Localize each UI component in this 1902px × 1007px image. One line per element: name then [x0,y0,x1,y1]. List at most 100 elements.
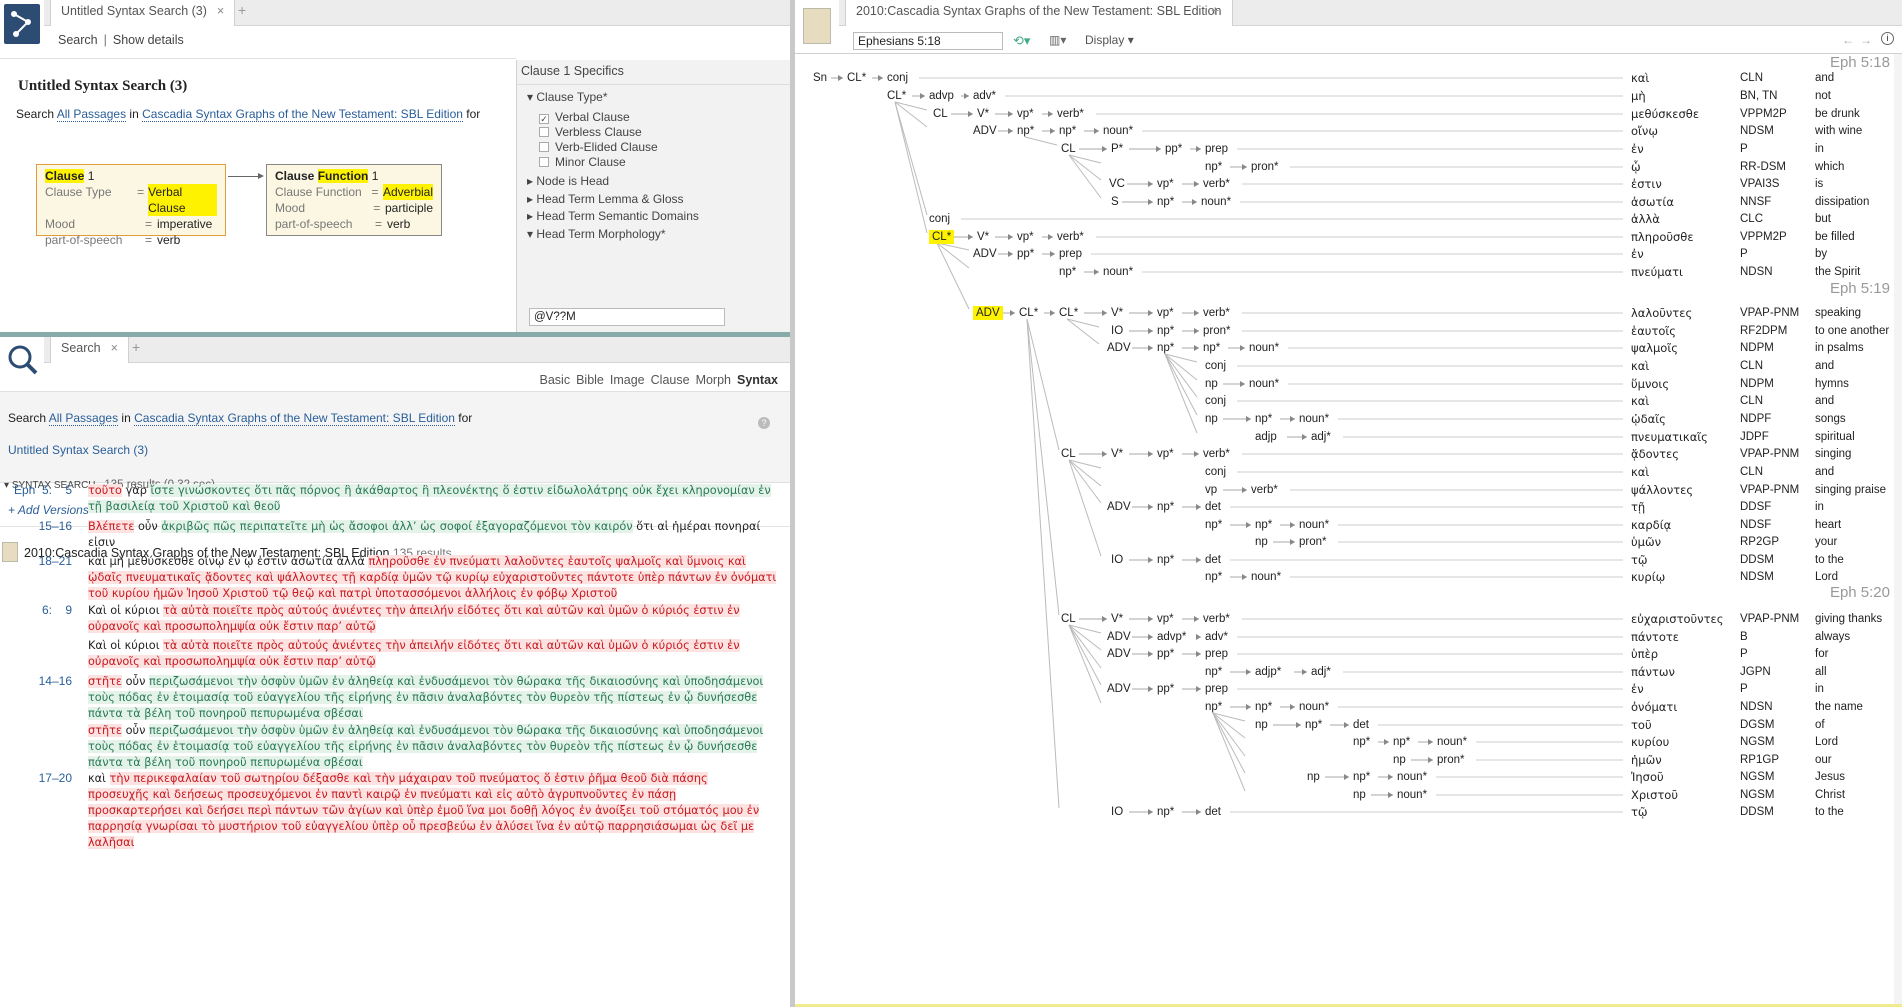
result-text-line[interactable]: παρρησίᾳ γνωρίσαι τὸ μυστήριον τοῦ εὐαγγ… [88,819,755,835]
syntax-node[interactable]: np* [1305,718,1322,732]
syntax-node[interactable]: noun* [1397,770,1427,784]
syntax-node[interactable]: ADV [1107,500,1131,514]
greek-word[interactable]: κυρίου [1631,735,1669,749]
syntax-node[interactable]: np* [1059,124,1076,138]
all-passages-link[interactable]: All Passages [56,107,127,122]
syntax-node[interactable]: det [1205,553,1221,567]
syntax-node[interactable]: verb* [1057,107,1084,121]
result-text-line[interactable]: ᾠδαῖς πνευματικαῖς ᾄδοντες καὶ ψάλλοντες… [88,570,777,586]
result-reference[interactable]: 6: 9 [0,603,72,617]
syntax-node[interactable]: np* [1205,665,1222,679]
edition-link[interactable]: Cascadia Syntax Graphs of the New Testam… [142,107,463,122]
add-versions-link[interactable]: + Add Versions [8,503,89,517]
syntax-node[interactable]: V* [1111,306,1123,320]
mode-tab-image[interactable]: Image [610,373,645,387]
specifics-section[interactable]: ▸ Head Term Lemma & Gloss [527,192,684,206]
result-reference[interactable]: 15–16 [0,519,72,533]
result-text-line[interactable]: λαλῆσαι [88,835,135,851]
result-text-line[interactable]: οὐρανοῖς καὶ προσωπολημψία οὐκ ἔστιν παρ… [88,654,376,670]
greek-word[interactable]: ἑαυτοῖς [1631,324,1676,338]
greek-word[interactable]: ἐν [1631,247,1644,261]
result-text-line[interactable]: τῇ βασιλείᾳ τοῦ Χριστοῦ καὶ θεοῦ [88,499,281,515]
syntax-node[interactable]: CL* [1019,306,1038,320]
syntax-node[interactable]: IO [1111,324,1123,338]
syntax-node[interactable]: verb* [1203,612,1230,626]
reference-input[interactable]: Ephesians 5:18 [853,32,1003,50]
syntax-node[interactable]: noun* [1251,570,1281,584]
result-text-line[interactable]: στῆτε οὖν περιζωσάμενοι τὴν ὀσφὺν ὑμῶν ἐ… [88,723,764,739]
forward-icon[interactable]: → [1860,33,1872,47]
new-tab-plus-icon[interactable]: + [132,339,140,355]
mode-tab-basic[interactable]: Basic [540,373,571,387]
checkbox[interactable] [539,157,549,167]
syntax-node[interactable]: np* [1205,700,1222,714]
syntax-node[interactable]: np* [1059,265,1076,279]
syntax-node[interactable]: conj [929,212,950,226]
syntax-node[interactable]: adjp [1255,430,1277,444]
syntax-node[interactable]: conj [887,71,908,85]
syntax-node[interactable]: adv* [1205,630,1228,644]
result-text-line[interactable]: καὶ τὴν περικεφαλαίαν τοῦ σωτηρίου δέξασ… [88,771,708,787]
syntax-node[interactable]: S [1111,195,1119,209]
syntax-node[interactable]: noun* [1299,518,1329,532]
result-text-line[interactable]: πάντα τὰ βέλη τοῦ πονηροῦ πεπυρωμένα σβέ… [88,755,363,771]
help-icon[interactable]: ? [758,417,770,429]
tab-search[interactable]: Search × [50,337,129,363]
greek-word[interactable]: πάντων [1631,665,1675,679]
syntax-node[interactable]: vp* [1157,612,1174,626]
syntax-node[interactable]: ADV [1107,682,1131,696]
close-icon[interactable]: × [217,4,224,18]
syntax-node[interactable]: pron* [1251,160,1279,174]
greek-word[interactable]: πληροῦσθε [1631,230,1694,244]
syntax-node[interactable]: ADV [973,124,997,138]
syntax-node[interactable]: np* [1157,500,1174,514]
info-icon[interactable]: i [1881,32,1894,45]
syntax-node[interactable]: pp* [1157,682,1174,696]
syntax-node[interactable]: np [1353,788,1366,802]
syntax-node[interactable]: prep [1205,682,1228,696]
syntax-node[interactable]: ADV [1107,630,1131,644]
query-link[interactable]: Untitled Syntax Search (3) [8,443,148,457]
checkbox[interactable]: ✓ [539,114,549,124]
clause-function-node-box[interactable]: Clause Function 1 Clause Function = Adverb… [266,164,442,236]
syntax-node[interactable]: noun* [1437,735,1467,749]
syntax-node[interactable]: CL [1061,447,1076,461]
display-menu[interactable]: Display ▾ [1085,33,1134,47]
greek-word[interactable]: ἀσωτία [1631,195,1674,209]
greek-word[interactable]: καὶ [1631,394,1649,408]
result-text-line[interactable]: προσκαρτερήσει καὶ δεήσει περὶ πάντων τῶ… [88,803,760,819]
close-icon[interactable]: × [111,341,118,355]
syntax-node[interactable]: adv* [973,89,996,103]
syntax-node[interactable]: CL* [929,230,955,244]
syntax-node[interactable]: np* [1157,805,1174,819]
greek-word[interactable]: ὕμνοις [1631,377,1669,391]
syntax-node[interactable]: pron* [1299,535,1327,549]
syntax-node[interactable]: np* [1157,195,1174,209]
greek-word[interactable]: ἀλλὰ [1631,212,1660,226]
clause-type-option[interactable]: ✓ Verbal Clause [539,110,630,124]
new-tab-plus-icon[interactable]: + [1211,2,1219,18]
syntax-node[interactable]: noun* [1397,788,1427,802]
syntax-node[interactable]: pp* [1157,647,1174,661]
syntax-node[interactable]: noun* [1299,700,1329,714]
all-passages-link[interactable]: All Passages [48,411,119,426]
syntax-node[interactable]: pp* [1165,142,1182,156]
greek-word[interactable]: ἐν [1631,682,1644,696]
syntax-node[interactable]: np* [1255,518,1272,532]
syntax-node[interactable]: np* [1157,553,1174,567]
greek-word[interactable]: τῇ [1631,500,1645,514]
greek-word[interactable]: τῷ [1631,805,1648,819]
checkbox[interactable] [539,142,549,152]
greek-word[interactable]: Ἰησοῦ [1631,770,1664,784]
syntax-node[interactable]: ADV [1107,647,1131,661]
search-button[interactable]: Search [58,33,98,47]
syntax-node[interactable]: vp* [1157,177,1174,191]
syntax-node[interactable]: CL* [887,89,906,103]
greek-word[interactable]: κυρίῳ [1631,570,1665,584]
syntax-node[interactable]: np* [1205,160,1222,174]
syntax-node[interactable]: adj* [1311,430,1331,444]
syntax-node[interactable]: np* [1203,341,1220,355]
syntax-node[interactable]: det [1205,805,1221,819]
result-text-line[interactable]: καὶ μὴ μεθύσκεσθε οἴνῳ ἐν ᾧ ἐστιν ἀσωτία… [88,554,746,570]
syntax-node[interactable]: P* [1111,142,1123,156]
